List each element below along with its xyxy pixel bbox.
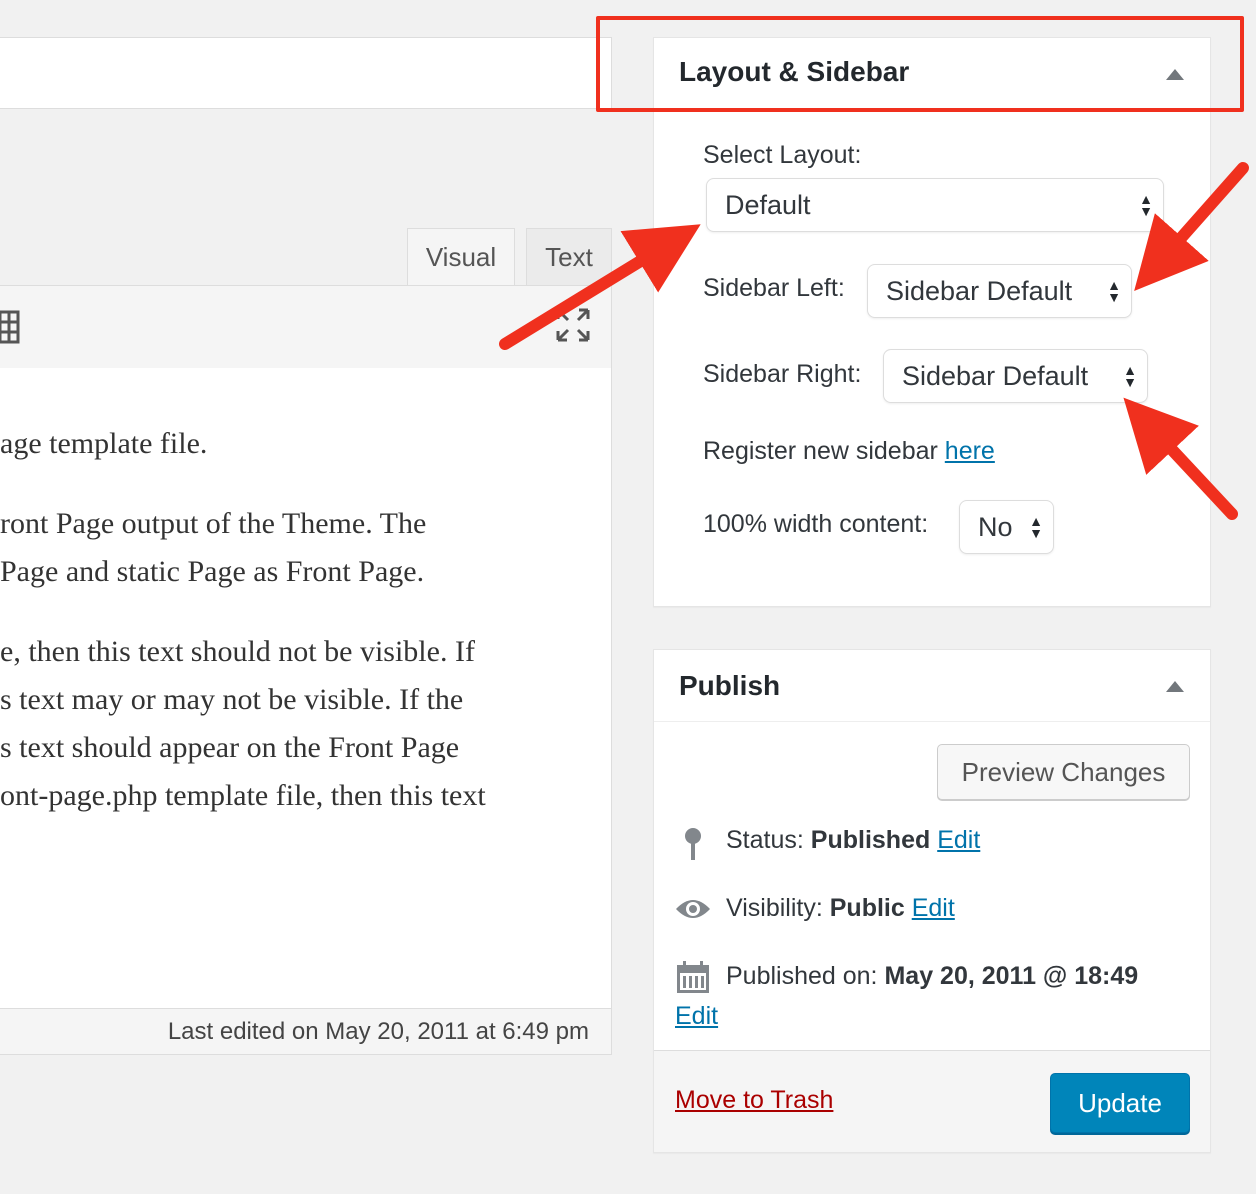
arrow-to-sidebar-right (1123, 397, 1238, 520)
arrow-to-sidebar-left (1134, 162, 1249, 291)
arrow-to-layout-select (499, 224, 701, 350)
annotation-arrows (499, 162, 1249, 520)
